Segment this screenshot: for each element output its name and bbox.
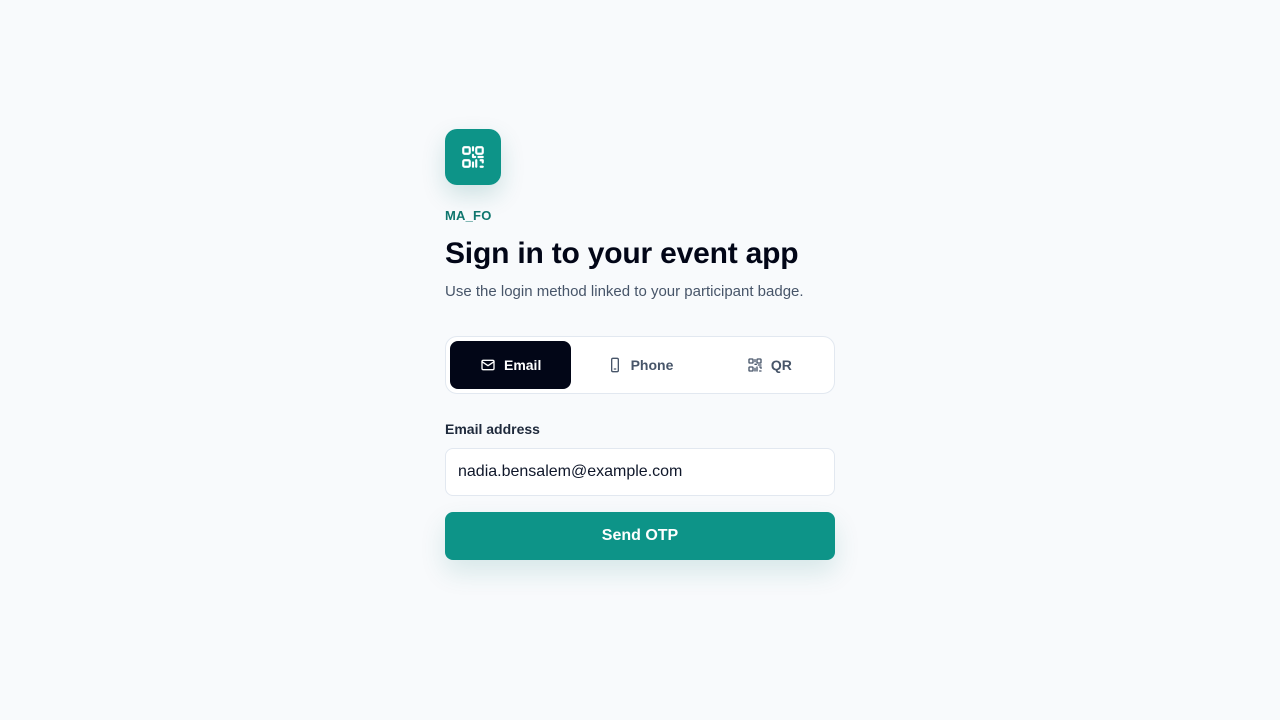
page-title: Sign in to your event app (445, 237, 799, 270)
tab-qr-label: QR (770, 357, 792, 373)
tab-email[interactable]: Email (450, 341, 572, 389)
qr-icon (747, 357, 763, 373)
login-card: MA_FO Sign in to your event app Use the … (445, 129, 835, 560)
send-otp-button[interactable]: Send OTP (445, 512, 835, 560)
login-page: MA_FO Sign in to your event app Use the … (0, 0, 1280, 720)
login-method-tabs: Email Phone QR (445, 336, 835, 394)
email-field-label: Email address (445, 421, 540, 437)
email-field[interactable] (445, 448, 835, 496)
phone-icon (607, 357, 623, 373)
brand-name: MA_FO (445, 208, 492, 223)
tab-phone[interactable]: Phone (579, 341, 700, 389)
tab-email-label: Email (503, 357, 542, 373)
tab-qr[interactable]: QR (709, 341, 830, 389)
app-logo (445, 129, 501, 185)
tab-phone-label: Phone (630, 357, 674, 373)
qr-code-icon (462, 146, 484, 168)
mail-icon (480, 357, 496, 373)
page-subtitle: Use the login method linked to your part… (445, 283, 804, 300)
